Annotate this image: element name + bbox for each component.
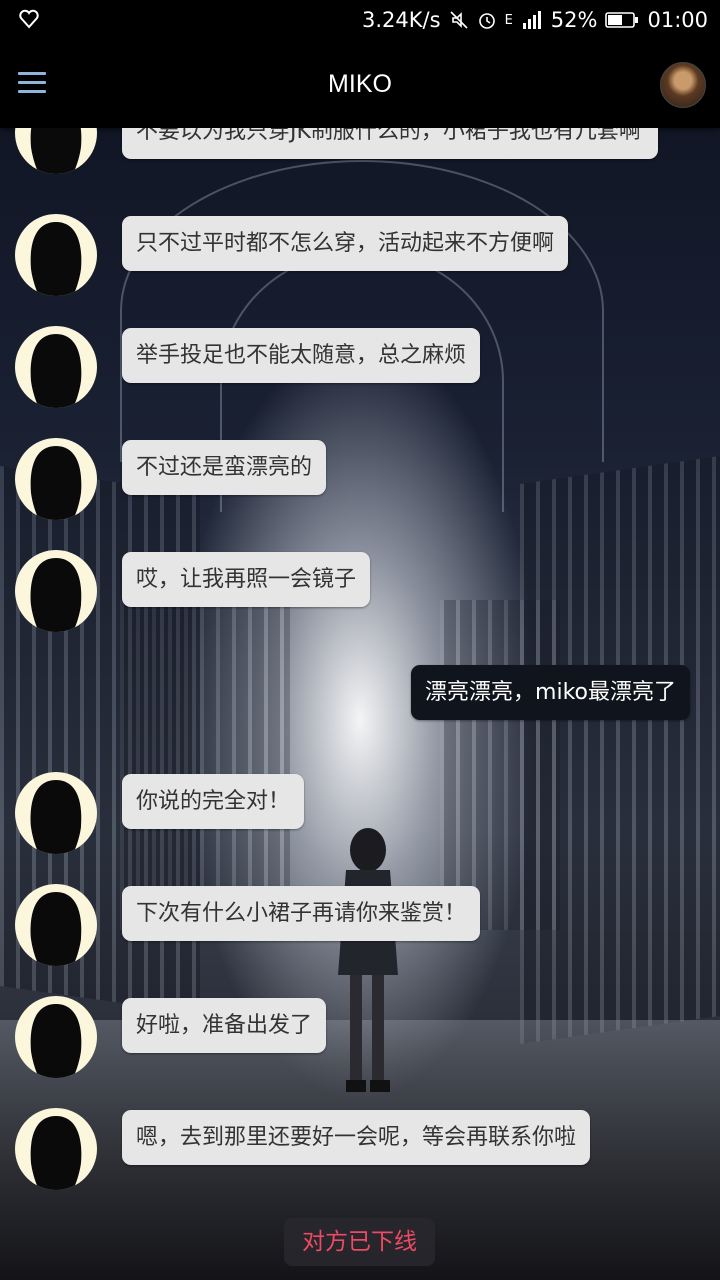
battery-percent: 52% (550, 8, 598, 32)
chat-list[interactable]: 不要以为我只穿JK制服什么的，小裙子我也有几套啊 只不过平时都不怎么穿，活动起来… (0, 128, 720, 1280)
alarm-icon (478, 13, 495, 29)
app-bar: MIKO (0, 42, 720, 128)
miko-avatar[interactable] (15, 326, 97, 408)
miko-avatar[interactable] (15, 772, 97, 854)
status-bar: 3.24K/s E 52% 01:00 (0, 0, 720, 42)
clock: 01:00 (647, 8, 708, 32)
network-speed: 3.24K/s (362, 8, 441, 32)
miko-avatar[interactable] (15, 1108, 97, 1190)
miko-avatar[interactable] (15, 214, 97, 296)
message-bubble-incoming: 好啦，准备出发了 (122, 998, 327, 1053)
signal-icon (522, 11, 541, 29)
message-bubble-incoming: 举手投足也不能太随意，总之麻烦 (122, 328, 481, 383)
battery-icon (605, 12, 639, 28)
message-bubble-incoming: 你说的完全对！ (122, 774, 305, 829)
miko-avatar[interactable] (15, 128, 97, 174)
offline-notice: 对方已下线 (284, 1218, 435, 1266)
miko-avatar[interactable] (15, 996, 97, 1078)
miko-avatar[interactable] (15, 884, 97, 966)
message-bubble-outgoing: 漂亮漂亮，miko最漂亮了 (411, 665, 690, 720)
message-bubble-incoming: 不要以为我只穿JK制服什么的，小裙子我也有几套啊 (122, 128, 658, 159)
user-profile-avatar[interactable] (660, 62, 706, 108)
message-bubble-incoming: 哎，让我再照一会镜子 (122, 552, 371, 607)
page-title: MIKO (328, 70, 392, 98)
heart-shield-icon (19, 9, 39, 29)
message-bubble-incoming: 只不过平时都不怎么穿，活动起来不方便啊 (122, 216, 569, 271)
miko-avatar[interactable] (15, 438, 97, 520)
message-bubble-incoming: 嗯，去到那里还要好一会呢，等会再联系你啦 (122, 1110, 591, 1165)
network-type: E (504, 12, 513, 28)
miko-avatar[interactable] (15, 550, 97, 632)
message-bubble-incoming: 不过还是蛮漂亮的 (122, 440, 327, 495)
message-bubble-incoming: 下次有什么小裙子再请你来鉴赏！ (122, 886, 481, 941)
mute-icon (449, 11, 468, 29)
